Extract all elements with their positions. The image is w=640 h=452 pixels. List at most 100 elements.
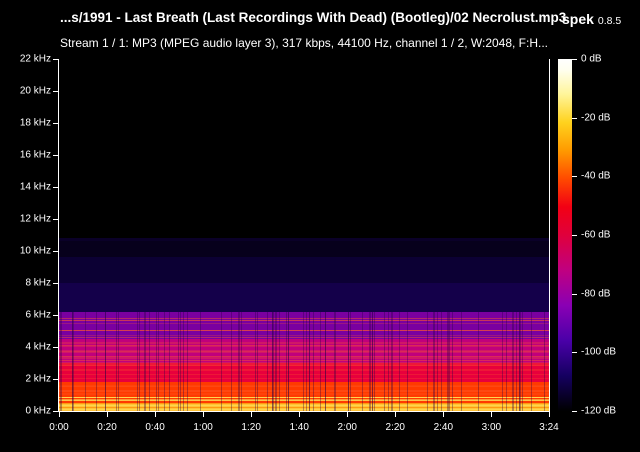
frequency-tick-label: 2 kHz [25, 374, 51, 385]
spectrum-striation [61, 312, 62, 411]
db-tick-label: -100 dB [581, 347, 616, 358]
db-colorbar [558, 59, 572, 411]
spectrum-striation [238, 312, 239, 411]
spectrum-striation [303, 312, 304, 411]
frequency-tick-label: 8 kHz [25, 278, 51, 289]
spectrum-striation [267, 312, 268, 411]
time-tick-label: 1:20 [241, 422, 260, 433]
frequency-tick-label: 22 kHz [20, 54, 51, 65]
time-tick-label: 2:20 [386, 422, 405, 433]
time-tick-label: 2:40 [434, 422, 453, 433]
stream-info: Stream 1 / 1: MP3 (MPEG audio layer 3), … [60, 36, 548, 50]
spectrum-striation [427, 312, 428, 411]
frequency-tick-label: 12 kHz [20, 214, 51, 225]
spectrum-striation [522, 312, 523, 411]
spectrum-striation [320, 312, 321, 411]
spectrum-striation [279, 312, 280, 411]
spectrum-striation [448, 312, 449, 411]
frequency-tick-label: 10 kHz [20, 246, 51, 257]
db-tick-mark [572, 118, 577, 119]
time-tick-label: 2:00 [338, 422, 357, 433]
spectrum-striation [370, 312, 371, 411]
spectrum-striation [149, 312, 150, 411]
spectrum-striation [200, 312, 201, 411]
spectrum-striation [544, 312, 545, 411]
spectrum-striation [309, 312, 310, 411]
spectrum-striation [169, 312, 170, 411]
db-tick-mark [572, 235, 577, 236]
spectrum-striation [276, 312, 277, 411]
spectrum-striation [388, 312, 389, 411]
spectrum-striation [72, 312, 73, 411]
spectrum-striation [178, 312, 179, 411]
plot-right-border [549, 59, 550, 412]
db-tick-mark [572, 59, 577, 60]
spectrum-striation [478, 312, 479, 411]
spectrum-striation [348, 312, 349, 411]
spek-window: { "header": { "file_title": "...s/1991 -… [0, 0, 640, 452]
spectrum-striation [275, 312, 276, 411]
time-tick-label: 1:00 [193, 422, 212, 433]
db-tick-label: -60 dB [581, 230, 610, 241]
frequency-tick-label: 4 kHz [25, 342, 51, 353]
spectrum-striation [369, 312, 370, 411]
spectrum-striation [96, 312, 97, 411]
db-tick-mark [572, 411, 577, 412]
db-tick-label: -20 dB [581, 112, 610, 123]
spectrum-striation [516, 312, 517, 411]
plot-left-border [58, 59, 59, 412]
time-tick-label: 3:00 [482, 422, 501, 433]
spectrum-striation [313, 312, 314, 411]
frequency-tick-label: 20 kHz [20, 86, 51, 97]
frequency-tick-label: 18 kHz [20, 118, 51, 129]
spectrum-striation [350, 312, 351, 411]
spectrum-striation [452, 312, 453, 411]
app-version: 0.8.5 [598, 15, 621, 27]
spectrum-striation [399, 312, 400, 411]
app-brand: spek 0.8.5 [562, 11, 621, 29]
spectrum-striation [288, 312, 289, 411]
spectrum-striation [116, 312, 117, 411]
spectrum-striation [156, 312, 157, 411]
spectrum-striation [335, 312, 336, 411]
db-tick-mark [572, 176, 577, 177]
spectrum-striation [461, 312, 462, 411]
spectrum-striation [221, 312, 222, 411]
spectrum-striation [139, 312, 140, 411]
spectrum-striation [441, 312, 442, 411]
spectrum-striation [145, 312, 146, 411]
spectrum-striation [384, 312, 385, 411]
spectrum-striation [60, 312, 61, 411]
spectrum-striation [392, 312, 393, 411]
spectrum-striation [105, 312, 106, 411]
spectrum-striation [164, 312, 165, 411]
time-tick-label: 3:24 [539, 422, 558, 433]
spectrum-striation [183, 312, 184, 411]
spectrum-striation [437, 312, 438, 411]
spectrum-striation [73, 312, 74, 411]
time-tick-label: 0:20 [97, 422, 116, 433]
spectrum-striation [506, 312, 507, 411]
spectrum-striation [241, 312, 242, 411]
frequency-tick-label: 0 kHz [25, 406, 51, 417]
spectrum-striation [158, 312, 159, 411]
spectrum-striation [407, 312, 408, 411]
spectrum-striation [85, 312, 86, 411]
spectrum-striation [231, 312, 232, 411]
app-name: spek [562, 11, 594, 27]
frequency-tick-label: 6 kHz [25, 310, 51, 321]
spectrum-striation [325, 312, 326, 411]
time-tick-label: 0:40 [145, 422, 164, 433]
db-tick-label: -120 dB [581, 406, 616, 417]
file-title: ...s/1991 - Last Breath (Last Recordings… [60, 10, 566, 25]
spectrum-striation [372, 312, 373, 411]
frequency-tick-label: 16 kHz [20, 150, 51, 161]
spectrum-energy-band [59, 257, 549, 283]
db-tick-label: 0 dB [581, 54, 602, 65]
spectrum-striation [187, 312, 188, 411]
spectrum-striation [306, 312, 307, 411]
frequency-tick-label: 14 kHz [20, 182, 51, 193]
db-tick-mark [572, 294, 577, 295]
db-tick-label: -80 dB [581, 288, 610, 299]
time-tick-label: 0:00 [49, 422, 68, 433]
